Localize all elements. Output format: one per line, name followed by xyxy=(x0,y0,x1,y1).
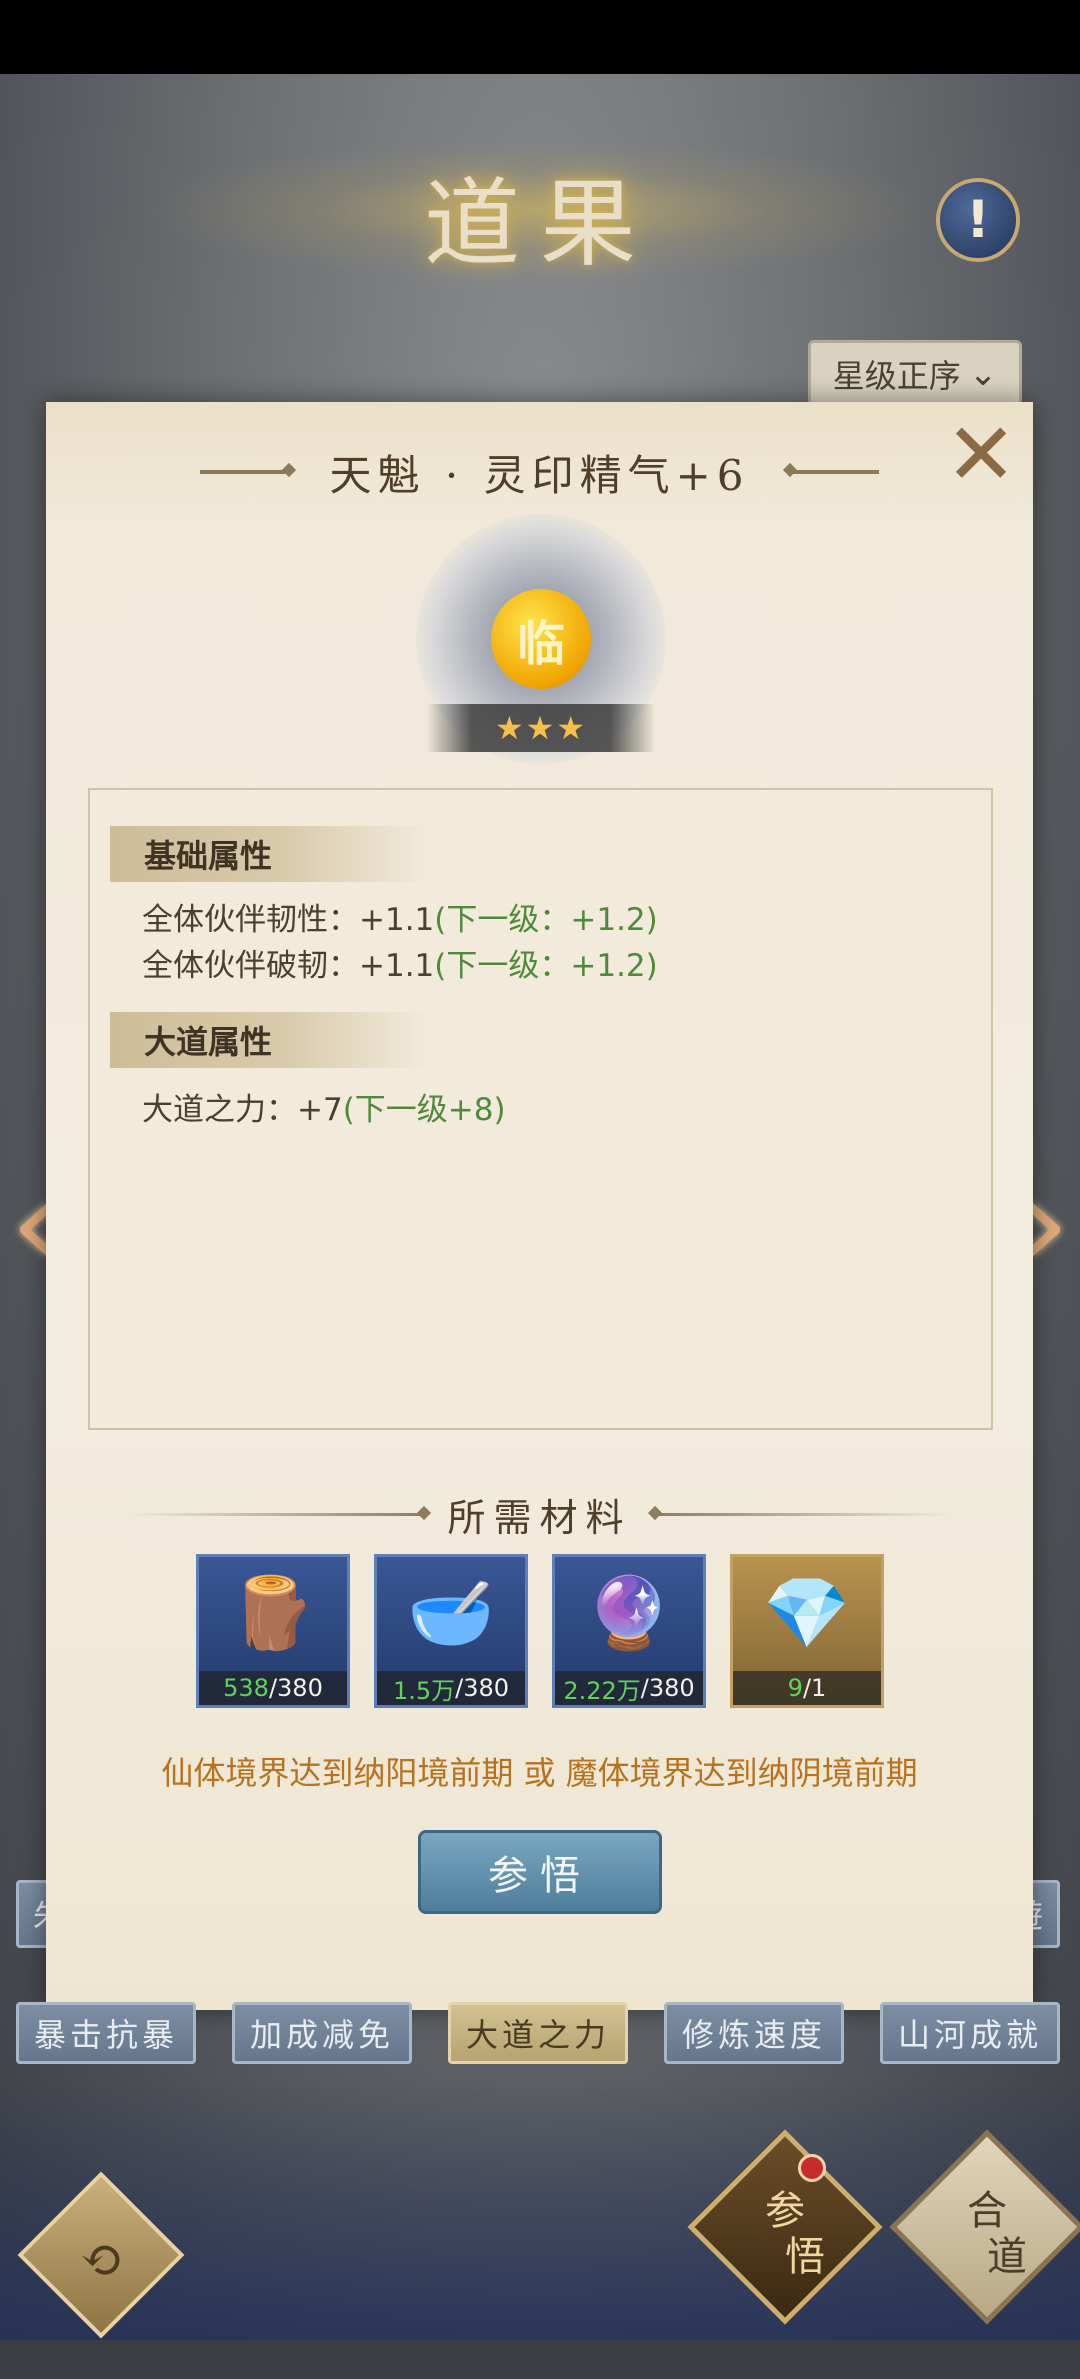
tab-mountain-achievement[interactable]: 山河成就 xyxy=(880,2002,1060,2064)
merge-dao-label: 合 道 xyxy=(967,2188,1027,2281)
chevron-down-icon: ⌄ xyxy=(968,354,998,394)
tab-cultivation-speed[interactable]: 修炼速度 xyxy=(664,2002,844,2064)
material-item[interactable]: 🥣 1.5万/380 xyxy=(374,1554,528,1708)
material-count: 9/1 xyxy=(733,1671,881,1705)
panel-title: 天魁 · 灵印精气+6 xyxy=(329,450,750,500)
material-count: 538/380 xyxy=(199,1671,347,1705)
page-title: 道果 xyxy=(424,167,656,280)
tab-bonus-reduction[interactable]: 加成减免 xyxy=(232,2002,412,2064)
tab-dao-power[interactable]: 大道之力 xyxy=(448,2002,628,2064)
title-decoration-left xyxy=(199,470,290,474)
attributes-box: 基础属性 全体伙伴韧性：+1.1(下一级：+1.2) 全体伙伴破韧：+1.1(下… xyxy=(88,788,993,1430)
materials-header: 所需材料 xyxy=(46,1484,1033,1544)
tab-crit-resist[interactable]: 暴击抗暴 xyxy=(16,2002,196,2064)
sort-dropdown[interactable]: 星级正序 ⌄ xyxy=(808,340,1022,408)
ore-icon: 🔮 xyxy=(585,1571,673,1654)
panel-header: 天魁 · 灵印精气+6 xyxy=(46,432,1033,512)
medal-core: 临 xyxy=(491,589,591,689)
comprehend-nav-label: 参 悟 xyxy=(765,2188,825,2281)
material-item[interactable]: 🔮 2.22万/380 xyxy=(552,1554,706,1708)
materials-list: 🪵 538/380 🥣 1.5万/380 🔮 2.22万/380 💎 9/1 xyxy=(196,1554,896,1710)
status-bar xyxy=(0,0,1080,74)
close-icon[interactable]: ✕ xyxy=(942,412,1020,498)
materials-decoration-right xyxy=(653,1512,954,1516)
star-rating: ★★★ xyxy=(426,704,656,752)
material-item[interactable]: 💎 9/1 xyxy=(730,1554,884,1708)
title-decoration-right xyxy=(789,470,880,474)
material-count: 1.5万/380 xyxy=(377,1671,525,1705)
comprehend-button[interactable]: 参悟 xyxy=(418,1830,662,1914)
sort-label: 星级正序 xyxy=(832,357,961,395)
crystal-icon: 💎 xyxy=(763,1571,851,1654)
materials-title: 所需材料 xyxy=(447,1495,632,1540)
material-count: 2.22万/380 xyxy=(555,1671,703,1705)
swirl-icon: ⟲ xyxy=(79,2230,123,2291)
detail-panel: 天魁 · 灵印精气+6 ✕ 临 ★★★ 基础属性 全体伙伴韧性：+1.1(下一级… xyxy=(46,402,1033,2010)
notification-badge xyxy=(798,2154,826,2182)
dao-attr-heading: 大道属性 xyxy=(110,1012,430,1068)
scroll-icon: 🪵 xyxy=(229,1571,317,1654)
basic-attr-heading: 基础属性 xyxy=(110,826,430,882)
material-item[interactable]: 🪵 538/380 xyxy=(196,1554,350,1708)
attr-line: 大道之力：+7(下一级+8) xyxy=(142,1092,506,1128)
materials-decoration-left xyxy=(125,1512,426,1516)
attr-line: 全体伙伴韧性：+1.1(下一级：+1.2) xyxy=(142,902,658,938)
requirement-text: 仙体境界达到纳阳境前期 或 魔体境界达到纳阴境前期 xyxy=(161,1754,918,1792)
info-icon[interactable]: ! xyxy=(936,178,1020,262)
bowl-icon: 🥣 xyxy=(407,1571,495,1654)
attr-line: 全体伙伴破韧：+1.1(下一级：+1.2) xyxy=(142,948,658,984)
